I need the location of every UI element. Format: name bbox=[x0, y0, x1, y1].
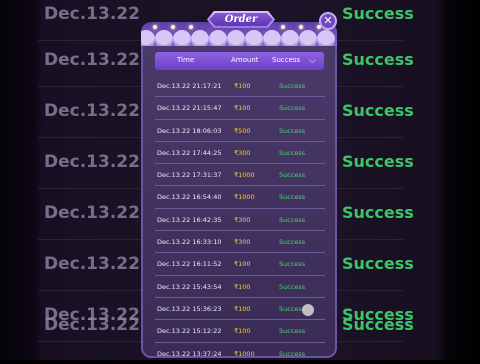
table-row: Dec.13.22 16:42:35 ₹300 Success bbox=[155, 209, 325, 232]
row-time: Dec.13.22 15:36:23 bbox=[157, 304, 222, 313]
row-amount: ₹1000 bbox=[234, 349, 255, 358]
row-amount: ₹100 bbox=[234, 104, 251, 113]
row-time: Dec.13.22 21:15:47 bbox=[157, 104, 222, 113]
modal-title: Order bbox=[209, 13, 273, 26]
awning-light bbox=[189, 25, 193, 29]
row-status: Success bbox=[279, 126, 306, 135]
awning-scallop bbox=[141, 30, 155, 46]
table-row: Dec.13.22 13:37:24 ₹1000 Success bbox=[155, 343, 325, 364]
row-amount: ₹1000 bbox=[234, 171, 255, 180]
close-icon: ✕ bbox=[323, 14, 333, 27]
background-status: Success bbox=[342, 203, 414, 222]
background-status: Success bbox=[342, 315, 414, 334]
row-status: Success bbox=[279, 148, 306, 157]
row-amount: ₹100 bbox=[234, 327, 251, 336]
awning-scallop bbox=[281, 30, 299, 46]
row-status: Success bbox=[279, 193, 306, 202]
row-time: Dec.13.22 15:12:22 bbox=[157, 327, 222, 336]
awning-scallop bbox=[299, 30, 317, 46]
row-amount: ₹100 bbox=[234, 82, 251, 90]
awning-scallop bbox=[263, 30, 281, 46]
background-date: Dec.13.22 bbox=[44, 4, 140, 24]
table-row: Dec.13.22 17:31:37 ₹1000 Success bbox=[155, 164, 325, 187]
row-amount: ₹100 bbox=[234, 304, 251, 313]
awning-scallop bbox=[191, 30, 209, 46]
table-row: Dec.13.22 21:17:21 ₹100 Success bbox=[155, 75, 325, 98]
awning-scallop bbox=[245, 30, 263, 46]
awning-scallop bbox=[227, 30, 245, 46]
status-filter-dropdown[interactable]: Success bbox=[272, 56, 300, 64]
awning-scallop bbox=[173, 30, 191, 46]
row-time: Dec.13.22 15:43:54 bbox=[157, 282, 222, 291]
table-row: Dec.13.22 17:44:25 ₹300 Success bbox=[155, 142, 325, 165]
close-button[interactable]: ✕ bbox=[319, 12, 337, 30]
row-amount: ₹300 bbox=[234, 148, 251, 157]
row-status: Success bbox=[279, 215, 306, 224]
row-amount: ₹300 bbox=[234, 215, 251, 224]
column-amount: Amount bbox=[231, 56, 259, 64]
row-status: Success bbox=[279, 282, 306, 291]
row-amount: ₹500 bbox=[234, 126, 251, 135]
touch-cursor-indicator bbox=[302, 304, 314, 316]
row-time: Dec.13.22 16:54:40 bbox=[157, 193, 222, 202]
row-status: Success bbox=[279, 349, 306, 358]
column-time: Time bbox=[177, 56, 195, 64]
awning-light bbox=[299, 25, 303, 29]
table-header: Time Amount Success ⌵ bbox=[155, 52, 324, 70]
table-row: Dec.13.22 15:36:23 ₹100 Success bbox=[155, 298, 325, 321]
row-status: Success bbox=[279, 238, 306, 247]
row-status: Success bbox=[279, 327, 306, 336]
background-status: Success bbox=[342, 101, 414, 120]
row-time: Dec.13.22 16:42:35 bbox=[157, 215, 222, 224]
row-amount: ₹100 bbox=[234, 260, 251, 269]
background-status: Success bbox=[342, 4, 414, 23]
row-time: Dec.13.22 21:17:21 bbox=[157, 82, 222, 90]
row-status: Success bbox=[279, 260, 306, 269]
row-time: Dec.13.22 16:33:10 bbox=[157, 238, 222, 247]
awning-scallop bbox=[155, 30, 173, 46]
table-row: Dec.13.22 16:11:52 ₹100 Success bbox=[155, 253, 325, 276]
row-time: Dec.13.22 17:31:37 bbox=[157, 171, 222, 180]
awning-light bbox=[281, 25, 285, 29]
table-row: Dec.13.22 16:33:10 ₹300 Success bbox=[155, 231, 325, 254]
awning-scallop bbox=[317, 30, 335, 46]
table-row: Dec.13.22 15:12:22 ₹100 Success bbox=[155, 320, 325, 343]
row-amount: ₹100 bbox=[234, 282, 251, 291]
row-amount: ₹300 bbox=[234, 238, 251, 247]
background-status: Success bbox=[342, 254, 414, 273]
table-row: Dec.13.22 18:06:03 ₹500 Success bbox=[155, 120, 325, 142]
awning-light bbox=[153, 25, 157, 29]
table-row: Dec.13.22 21:15:47 ₹100 Success bbox=[155, 97, 325, 120]
awning-light bbox=[171, 25, 175, 29]
row-time: Dec.13.22 18:06:03 bbox=[157, 126, 222, 135]
table-row: Dec.13.22 15:43:54 ₹100 Success bbox=[155, 276, 325, 298]
row-time: Dec.13.22 16:11:52 bbox=[157, 260, 222, 269]
row-time: Dec.13.22 13:37:24 bbox=[157, 349, 222, 358]
awning-scallop bbox=[209, 30, 227, 46]
row-status: Success bbox=[279, 82, 306, 90]
table-row: Dec.13.22 16:54:40 ₹1000 Success bbox=[155, 186, 325, 209]
row-status: Success bbox=[279, 104, 306, 113]
chevron-down-icon[interactable]: ⌵ bbox=[309, 56, 316, 66]
row-status: Success bbox=[279, 171, 306, 180]
row-amount: ₹1000 bbox=[234, 193, 255, 202]
background-status: Success bbox=[342, 50, 414, 69]
background-status: Success bbox=[342, 152, 414, 171]
order-list: Dec.13.22 21:17:21 ₹100 Success Dec.13.2… bbox=[155, 75, 325, 364]
row-time: Dec.13.22 17:44:25 bbox=[157, 148, 222, 157]
